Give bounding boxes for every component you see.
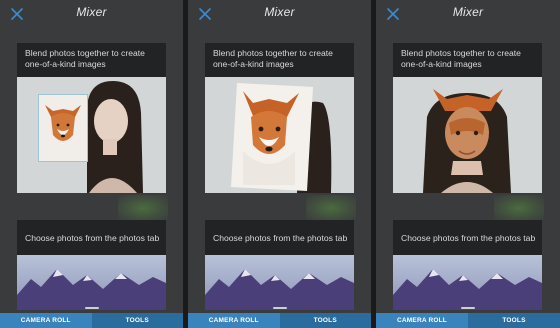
choose-photos-card: Choose photos from the photos tab <box>205 220 354 310</box>
tab-tools[interactable]: TOOLS <box>468 313 560 328</box>
card-description: Blend photos together to create one-of-a… <box>213 48 333 69</box>
mountain-image <box>393 255 542 310</box>
mountain-image <box>205 255 354 310</box>
top-bar: Mixer <box>188 0 371 28</box>
screen-step-3: Mixer Blend photos together to create on… <box>376 0 560 328</box>
blend-preview-image <box>17 77 166 193</box>
drawer-handle[interactable] <box>272 307 287 309</box>
card-description: Choose photos from the photos tab <box>25 233 160 243</box>
blended-photo <box>393 77 542 193</box>
screen-step-1: Mixer Blend photos together to create on… <box>0 0 183 328</box>
card-description: Choose photos from the photos tab <box>401 233 536 243</box>
card-description: Blend photos together to create one-of-a… <box>25 48 145 69</box>
card-description: Blend photos together to create one-of-a… <box>401 48 521 69</box>
bottom-tab-bar: CAMERA ROLL TOOLS <box>188 313 371 328</box>
page-title: Mixer <box>264 5 295 19</box>
bottom-tab-bar: CAMERA ROLL TOOLS <box>0 313 183 328</box>
blend-info-card: Blend photos together to create one-of-a… <box>205 43 354 193</box>
mountain-photo <box>393 255 542 310</box>
tab-camera-roll[interactable]: CAMERA ROLL <box>188 313 280 328</box>
page-title: Mixer <box>452 5 484 19</box>
page-title: Mixer <box>76 5 107 19</box>
background-blur <box>494 195 544 221</box>
tab-camera-roll[interactable]: CAMERA ROLL <box>376 313 468 328</box>
blend-preview-image <box>205 77 354 193</box>
fox-overlay-selection[interactable] <box>38 94 88 162</box>
fox-overlay[interactable] <box>229 81 315 193</box>
choose-photos-card: Choose photos from the photos tab <box>17 220 166 310</box>
mountain-photo <box>17 255 166 310</box>
fox-photo <box>39 95 87 161</box>
top-bar: Mixer <box>0 0 183 28</box>
tab-tools[interactable]: TOOLS <box>92 313 184 328</box>
mountain-photo <box>205 255 354 310</box>
blend-result-image <box>393 77 542 193</box>
top-bar: Mixer <box>376 0 560 28</box>
drawer-handle[interactable] <box>461 307 475 309</box>
blend-info-card: Blend photos together to create one-of-a… <box>17 43 166 193</box>
background-blur <box>306 195 356 221</box>
tab-camera-roll[interactable]: CAMERA ROLL <box>0 313 92 328</box>
background-blur <box>118 195 168 221</box>
drawer-handle[interactable] <box>84 307 99 309</box>
screen-step-2: Mixer Blend photos together to create on… <box>188 0 371 328</box>
bottom-tab-bar: CAMERA ROLL TOOLS <box>376 313 560 328</box>
blend-info-card: Blend photos together to create one-of-a… <box>393 43 542 193</box>
tab-tools[interactable]: TOOLS <box>280 313 372 328</box>
choose-photos-card: Choose photos from the photos tab <box>393 220 542 310</box>
mountain-image <box>17 255 166 310</box>
card-description: Choose photos from the photos tab <box>213 233 348 243</box>
